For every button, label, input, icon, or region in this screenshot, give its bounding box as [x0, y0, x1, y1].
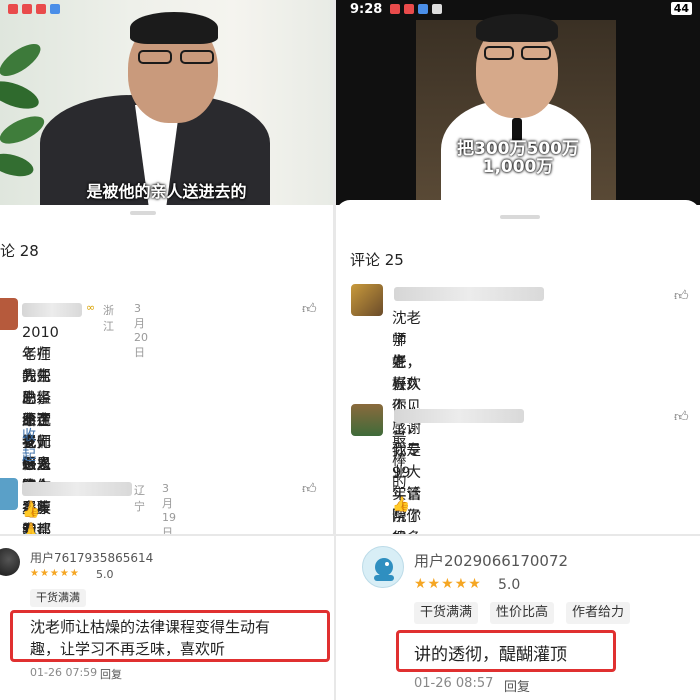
blurred-username[interactable] — [22, 303, 82, 317]
right-comment-screen: 9:28 44 把300万500万 1,000万 评论 25 👍︎ 沈老师好，好… — [336, 0, 700, 534]
sheet-handle[interactable] — [130, 211, 156, 215]
rating-value: 5.0 — [498, 577, 521, 593]
video-player-left[interactable]: 是被他的亲人送进去的 — [0, 0, 333, 205]
star-rating-icon: ★★★★★ — [414, 576, 482, 592]
notification-icon — [22, 4, 32, 14]
blurred-username[interactable] — [394, 409, 524, 423]
avatar[interactable] — [362, 546, 404, 588]
avatar[interactable] — [0, 298, 18, 330]
glasses-icon — [521, 46, 551, 60]
thumbs-up-icon[interactable]: 👍︎ — [302, 300, 317, 317]
speaker-hair — [130, 12, 218, 44]
comment-date: 3月19日 — [162, 482, 176, 534]
left-comment-screen: 是被他的亲人送进去的 论 28 ∞ 浙江 3月20日 👍︎ 2010年在我先生事… — [0, 0, 333, 534]
reply-button[interactable]: 回复 — [100, 666, 122, 682]
speaker-hair — [476, 14, 558, 42]
glasses-icon — [180, 50, 214, 64]
review-tag: 干货满满 — [30, 589, 86, 607]
comment-text: 👍 — [22, 503, 41, 519]
star-rating-icon: ★★★★★ — [30, 568, 80, 579]
subtitle-line: 把300万500万 — [457, 139, 579, 159]
review-text-line: 沈老师让枯燥的法律课程变得生动有 — [30, 618, 271, 636]
review-tag: 性价比高 — [490, 602, 555, 624]
notification-icon — [418, 4, 428, 14]
collapse-link[interactable]: 收起 — [22, 425, 36, 465]
video-subtitle: 是被他的亲人送进去的 — [86, 182, 247, 201]
notification-icon — [50, 4, 60, 14]
left-review-card: 用户7617935865614 ★★★★★ 5.0 干货满满 沈老师让枯燥的法律… — [0, 536, 334, 700]
notification-icon — [36, 4, 46, 14]
glasses-icon — [138, 50, 172, 64]
comment-sheet-top — [336, 200, 700, 216]
right-review-card: 用户2029066170072 ★★★★★ 5.0 干货满满 性价比高 作者给力… — [336, 536, 700, 700]
notification-icon — [390, 4, 400, 14]
glasses-icon — [484, 46, 514, 60]
comment-location: 浙江 — [103, 304, 114, 333]
thumbs-up-icon[interactable]: 👍︎ — [674, 408, 689, 425]
sheet-handle[interactable] — [500, 215, 540, 219]
review-text: 讲的透彻，醍醐灌顶 — [414, 645, 567, 665]
status-time: 9:28 — [350, 2, 383, 17]
comment-text-line: 老板! — [392, 355, 413, 393]
notification-icon — [8, 4, 18, 14]
review-datetime: 01-26 07:59 — [30, 666, 98, 679]
video-player-right[interactable]: 9:28 44 把300万500万 1,000万 — [336, 0, 700, 205]
reply-button[interactable]: 回复 — [504, 676, 530, 695]
fan-badge-icon: ∞ — [86, 301, 96, 314]
avatar[interactable] — [0, 478, 18, 510]
comment-text: 最棒的👍 — [392, 431, 411, 513]
review-datetime: 01-26 08:57 — [414, 676, 494, 691]
blurred-username[interactable] — [22, 482, 132, 496]
review-username: 用户7617935865614 — [30, 551, 154, 565]
avatar-icon — [374, 558, 394, 581]
avatar[interactable] — [0, 548, 20, 576]
rating-value: 5.0 — [96, 568, 114, 581]
review-tag: 干货满满 — [414, 602, 479, 624]
comment-date: 3月20日 — [134, 302, 148, 359]
comment-count: 论 28 — [0, 242, 39, 260]
thumbs-up-icon[interactable]: 👍︎ — [302, 480, 317, 497]
review-tag: 作者给力 — [566, 602, 631, 624]
notification-icon — [404, 4, 414, 14]
comment-location: 辽宁 — [134, 484, 145, 513]
review-username: 用户2029066170072 — [414, 552, 569, 570]
review-text-line: 趣，让学习不再乏味，喜欢听 — [30, 640, 226, 658]
avatar[interactable] — [351, 284, 383, 316]
avatar[interactable] — [351, 404, 383, 436]
blurred-username[interactable] — [394, 287, 544, 301]
video-subtitle: 把300万500万 1,000万 — [336, 140, 700, 176]
thumbs-up-icon[interactable]: 👍︎ — [674, 287, 689, 304]
battery-icon: 44 — [670, 2, 692, 15]
notification-icon — [432, 4, 442, 14]
subtitle-line: 1,000万 — [482, 157, 554, 177]
comment-count: 评论 25 — [350, 251, 404, 269]
